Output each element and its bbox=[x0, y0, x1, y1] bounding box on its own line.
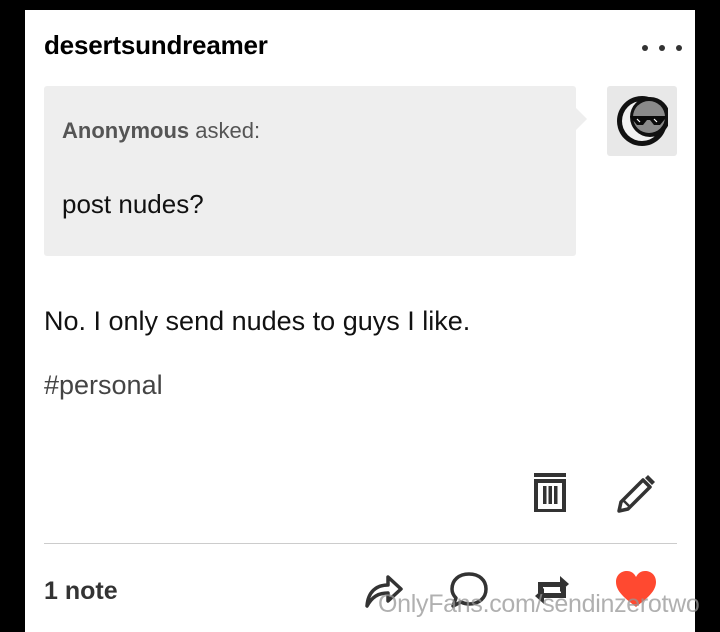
answer-text: No. I only send nudes to guys I like. bbox=[44, 306, 471, 336]
ask-question: post nudes? bbox=[62, 189, 204, 219]
reblog-icon bbox=[535, 576, 569, 604]
share-icon bbox=[365, 575, 403, 608]
pencil-icon bbox=[617, 475, 655, 513]
more-options-dot bbox=[676, 45, 682, 51]
notes-count[interactable]: 1 note bbox=[44, 577, 118, 606]
trash-icon bbox=[534, 473, 566, 513]
more-options-dot bbox=[659, 45, 665, 51]
tag-personal[interactable]: #personal bbox=[44, 370, 163, 401]
reblog-button[interactable] bbox=[532, 571, 572, 614]
share-button[interactable] bbox=[363, 570, 405, 615]
asker-line: Anonymous asked: bbox=[62, 118, 260, 144]
divider bbox=[44, 543, 677, 544]
sunglasses-moon-avatar-icon bbox=[617, 96, 668, 146]
delete-button[interactable] bbox=[533, 472, 567, 517]
asked-label: asked: bbox=[195, 118, 261, 143]
edit-button[interactable] bbox=[615, 472, 657, 519]
avatar[interactable] bbox=[607, 86, 677, 156]
heart-icon bbox=[616, 571, 656, 607]
post-card: desertsundreamer Anonymous asked: post n… bbox=[25, 10, 695, 632]
more-options-icon bbox=[642, 45, 648, 51]
asker-name[interactable]: Anonymous bbox=[62, 118, 189, 143]
more-options-button[interactable] bbox=[642, 38, 682, 58]
reply-button[interactable] bbox=[449, 570, 489, 615]
blog-name[interactable]: desertsundreamer bbox=[44, 30, 268, 61]
ask-bubble: Anonymous asked: post nudes? bbox=[44, 86, 587, 256]
reply-bubble-icon bbox=[450, 572, 488, 608]
like-button[interactable] bbox=[614, 569, 658, 614]
